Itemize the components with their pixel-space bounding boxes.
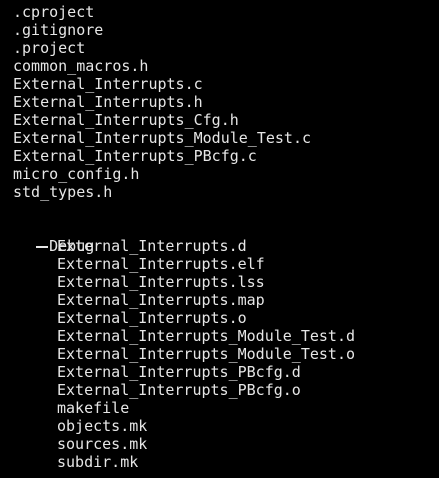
file-item[interactable]: External_Interrupts_PBcfg.c	[13, 147, 257, 165]
file-item[interactable]: .gitignore	[13, 21, 103, 39]
debug-file-item[interactable]: subdir.mk	[57, 453, 138, 471]
file-item[interactable]: External_Interrupts_Cfg.h	[13, 111, 239, 129]
file-item[interactable]: .cproject	[13, 3, 94, 21]
file-item[interactable]: micro_config.h	[13, 165, 139, 183]
debug-file-item[interactable]: External_Interrupts.elf	[57, 255, 265, 273]
debug-file-item[interactable]: External_Interrupts.o	[57, 309, 247, 327]
debug-folder[interactable]: Debug	[0, 219, 94, 255]
debug-file-item[interactable]: External_Interrupts.d	[57, 237, 247, 255]
file-item[interactable]: std_types.h	[13, 183, 112, 201]
debug-file-item[interactable]: objects.mk	[57, 417, 147, 435]
debug-file-item[interactable]: External_Interrupts_Module_Test.d	[57, 327, 355, 345]
debug-file-item[interactable]: External_Interrupts_PBcfg.o	[57, 381, 301, 399]
file-item[interactable]: common_macros.h	[13, 57, 148, 75]
debug-file-item[interactable]: sources.mk	[57, 435, 147, 453]
debug-file-item[interactable]: External_Interrupts.lss	[57, 273, 265, 291]
file-item[interactable]: External_Interrupts.c	[13, 75, 203, 93]
file-item[interactable]: External_Interrupts_Module_Test.c	[13, 129, 311, 147]
tree-branch-icon	[36, 237, 49, 255]
file-item[interactable]: .project	[13, 39, 85, 57]
terminal-window: .cproject .gitignore .project common_macros…	[0, 0, 439, 478]
debug-file-item[interactable]: External_Interrupts_Module_Test.o	[57, 345, 355, 363]
debug-file-item[interactable]: External_Interrupts_PBcfg.d	[57, 363, 301, 381]
debug-file-item[interactable]: External_Interrupts.map	[57, 291, 265, 309]
debug-file-item[interactable]: makefile	[57, 399, 129, 417]
file-item[interactable]: External_Interrupts.h	[13, 93, 203, 111]
